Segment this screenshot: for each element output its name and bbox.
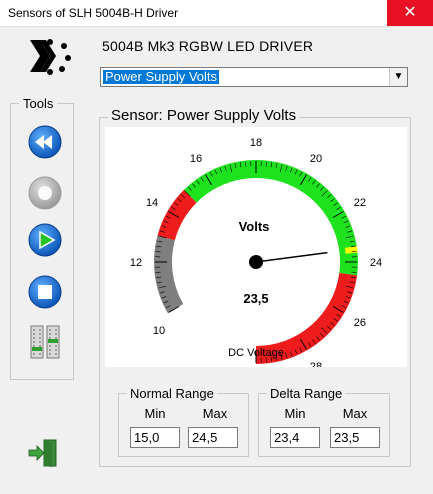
gauge-value: 23,5 — [243, 291, 268, 306]
chevron-down-icon[interactable]: ▼ — [389, 68, 407, 86]
gauge-tick-label: 20 — [310, 153, 322, 165]
gauge-unit-label: Volts — [239, 219, 270, 234]
gauge-hub — [249, 255, 263, 269]
level-meter-icon — [30, 325, 60, 359]
record-button[interactable] — [27, 175, 63, 211]
gauge-caption: DC Voltage — [228, 347, 284, 359]
delta-max-label: Max — [342, 406, 368, 421]
close-button[interactable]: ✕ — [387, 0, 433, 26]
gauge-tick-label: 14 — [146, 197, 158, 209]
gauge-band — [183, 160, 358, 276]
close-icon: ✕ — [403, 4, 417, 21]
delta-min-input[interactable] — [270, 427, 320, 448]
record-icon — [38, 186, 52, 200]
play-button[interactable] — [27, 222, 63, 258]
normal-max-label: Max — [202, 406, 228, 421]
levels-button[interactable] — [27, 323, 63, 359]
gauge-tick-label: 18 — [250, 137, 262, 149]
gauge-tick-label: 10 — [153, 325, 165, 337]
gauge-tick-label: 24 — [370, 257, 382, 269]
stop-button[interactable] — [27, 274, 63, 310]
normal-min-label: Min — [144, 406, 166, 421]
normal-range-label: Normal Range — [127, 386, 217, 401]
sensor-select[interactable]: Power Supply Volts ▼ — [100, 67, 408, 87]
gauge-needle — [255, 251, 328, 263]
gauge-tick-label: 16 — [190, 153, 202, 165]
delta-range-label: Delta Range — [267, 386, 346, 401]
exit-button[interactable] — [26, 438, 62, 468]
voltage-gauge: 1012141618202224262830 Volts 23,5 DC Vol… — [130, 137, 382, 367]
normal-max-input[interactable] — [188, 427, 238, 448]
gauge-band — [154, 235, 184, 313]
sensor-panel-title: Sensor: Power Supply Volts — [108, 107, 300, 124]
gauge-band — [157, 189, 197, 241]
window-title: Sensors of SLH 5004B-H Driver — [8, 6, 179, 20]
gauge-tick-label: 28 — [310, 361, 322, 367]
gauge-tick-label: 12 — [130, 257, 142, 269]
rewind-button[interactable] — [27, 124, 63, 160]
exit-door-icon — [28, 439, 57, 467]
title-bar: Sensors of SLH 5004B-H Driver ✕ — [0, 0, 433, 27]
stop-icon — [38, 285, 52, 299]
page-title: 5004B Mk3 RGBW LED DRIVER — [102, 38, 314, 54]
delta-max-input[interactable] — [330, 427, 380, 448]
tools-label: Tools — [19, 96, 58, 111]
sensor-select-value: Power Supply Volts — [103, 69, 220, 84]
gauge-tick-label: 26 — [354, 317, 366, 329]
delta-min-label: Min — [284, 406, 306, 421]
normal-min-input[interactable] — [130, 427, 180, 448]
gauge-tick-label: 22 — [354, 197, 366, 209]
logo-icon — [30, 39, 71, 75]
